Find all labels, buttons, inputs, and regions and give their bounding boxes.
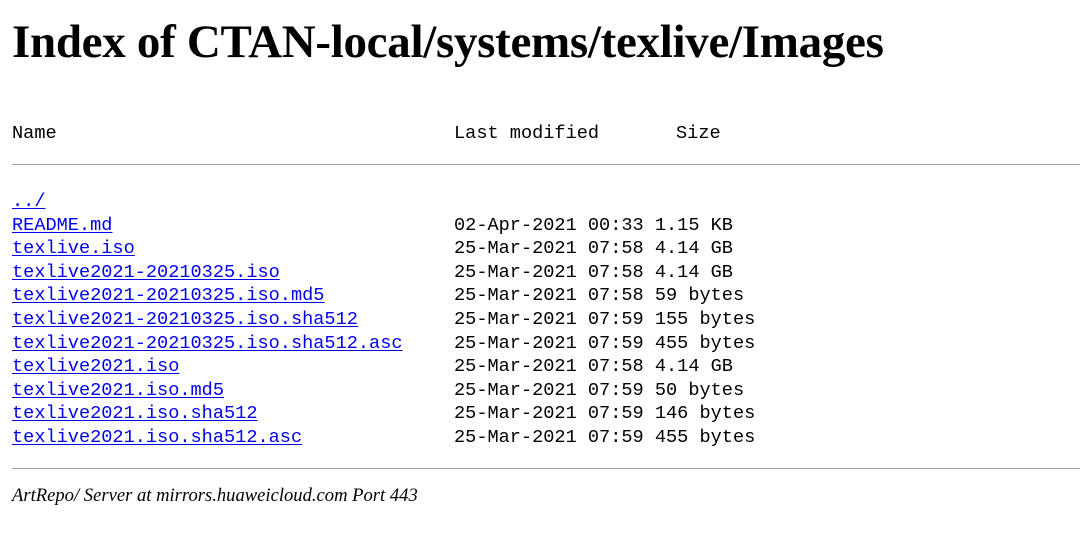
file-modified-and-size: 25-Mar-2021 07:59 50 bytes — [454, 379, 744, 403]
file-size: 4.14 GB — [654, 356, 733, 378]
list-item: texlive2021-20210325.iso.sha512.asc 25-M… — [12, 332, 1080, 356]
file-modified-and-size: 25-Mar-2021 07:59 155 bytes — [454, 308, 755, 332]
column-header-last-modified[interactable]: Last modified — [454, 122, 599, 146]
file-link[interactable]: texlive2021-20210325.iso.md5 — [12, 285, 324, 306]
file-link[interactable]: texlive.iso — [12, 238, 135, 259]
file-modified: 02-Apr-2021 00:33 — [454, 214, 644, 236]
file-link[interactable]: texlive2021.iso.sha512.asc — [12, 427, 302, 448]
list-item: texlive2021-20210325.iso 25-Mar-2021 07:… — [12, 261, 1080, 285]
list-item: texlive.iso 25-Mar-2021 07:58 4.14 GB — [12, 237, 1080, 261]
file-size: 455 bytes — [654, 332, 756, 354]
list-item: texlive2021.iso 25-Mar-2021 07:58 4.14 G… — [12, 355, 1080, 379]
file-modified-and-size: 25-Mar-2021 07:58 4.14 GB — [454, 355, 733, 379]
file-modified-and-size: 25-Mar-2021 07:58 4.14 GB — [454, 261, 733, 285]
file-size: 4.14 GB — [654, 261, 733, 283]
file-modified: 25-Mar-2021 07:58 — [454, 261, 644, 283]
file-size: 146 bytes — [654, 403, 756, 425]
file-size: 4.14 GB — [654, 238, 733, 260]
list-item: texlive2021-20210325.iso.sha512 25-Mar-2… — [12, 308, 1080, 332]
file-size: 455 bytes — [654, 426, 756, 448]
footer-divider — [12, 468, 1080, 469]
file-list: ../ README.md 02-Apr-2021 00:33 1.15 KB … — [12, 190, 1080, 450]
list-item: README.md 02-Apr-2021 00:33 1.15 KB — [12, 214, 1080, 238]
file-size: 155 bytes — [654, 308, 756, 330]
file-modified-and-size: 25-Mar-2021 07:59 455 bytes — [454, 426, 755, 450]
directory-listing: Name Last modified Size ../ README.md 02… — [12, 122, 1080, 469]
list-item: texlive2021.iso.sha512.asc 25-Mar-2021 0… — [12, 426, 1080, 450]
list-item: texlive2021-20210325.iso.md5 25-Mar-2021… — [12, 284, 1080, 308]
file-modified: 25-Mar-2021 07:58 — [454, 238, 644, 260]
file-link[interactable]: texlive2021-20210325.iso.sha512.asc — [12, 333, 403, 354]
file-modified: 25-Mar-2021 07:59 — [454, 332, 644, 354]
file-size: 1.15 KB — [654, 214, 733, 236]
file-modified-and-size: 25-Mar-2021 07:59 146 bytes — [454, 402, 755, 426]
file-modified: 25-Mar-2021 07:59 — [454, 308, 644, 330]
file-size: 59 bytes — [654, 285, 745, 307]
listing-header: Name Last modified Size — [12, 122, 1080, 146]
file-modified: 25-Mar-2021 07:59 — [454, 403, 644, 425]
list-item: texlive2021.iso.md5 25-Mar-2021 07:59 50… — [12, 379, 1080, 403]
file-link[interactable]: texlive2021.iso — [12, 356, 179, 377]
file-link[interactable]: texlive2021.iso.md5 — [12, 380, 224, 401]
page-title: Index of CTAN-local/systems/texlive/Imag… — [12, 16, 884, 68]
file-modified: 25-Mar-2021 07:59 — [454, 426, 644, 448]
parent-directory-link[interactable]: ../ — [12, 191, 45, 212]
file-modified-and-size: 02-Apr-2021 00:33 1.15 KB — [454, 214, 733, 238]
file-link[interactable]: README.md — [12, 215, 112, 236]
header-divider — [12, 164, 1080, 165]
file-modified-and-size: 25-Mar-2021 07:59 455 bytes — [454, 332, 755, 356]
column-header-size[interactable]: Size — [676, 122, 721, 146]
column-header-name[interactable]: Name — [12, 122, 57, 146]
list-item: ../ — [12, 190, 1080, 214]
file-link[interactable]: texlive2021.iso.sha512 — [12, 403, 257, 424]
file-link[interactable]: texlive2021-20210325.iso — [12, 262, 280, 283]
list-item: texlive2021.iso.sha512 25-Mar-2021 07:59… — [12, 402, 1080, 426]
file-modified: 25-Mar-2021 07:58 — [454, 356, 644, 378]
file-size: 50 bytes — [654, 379, 745, 401]
file-modified-and-size: 25-Mar-2021 07:58 59 bytes — [454, 284, 744, 308]
file-modified-and-size: 25-Mar-2021 07:58 4.14 GB — [454, 237, 733, 261]
file-modified: 25-Mar-2021 07:58 — [454, 285, 644, 307]
file-modified: 25-Mar-2021 07:59 — [454, 379, 644, 401]
server-signature: ArtRepo/ Server at mirrors.huaweicloud.c… — [12, 485, 418, 506]
file-link[interactable]: texlive2021-20210325.iso.sha512 — [12, 309, 358, 330]
